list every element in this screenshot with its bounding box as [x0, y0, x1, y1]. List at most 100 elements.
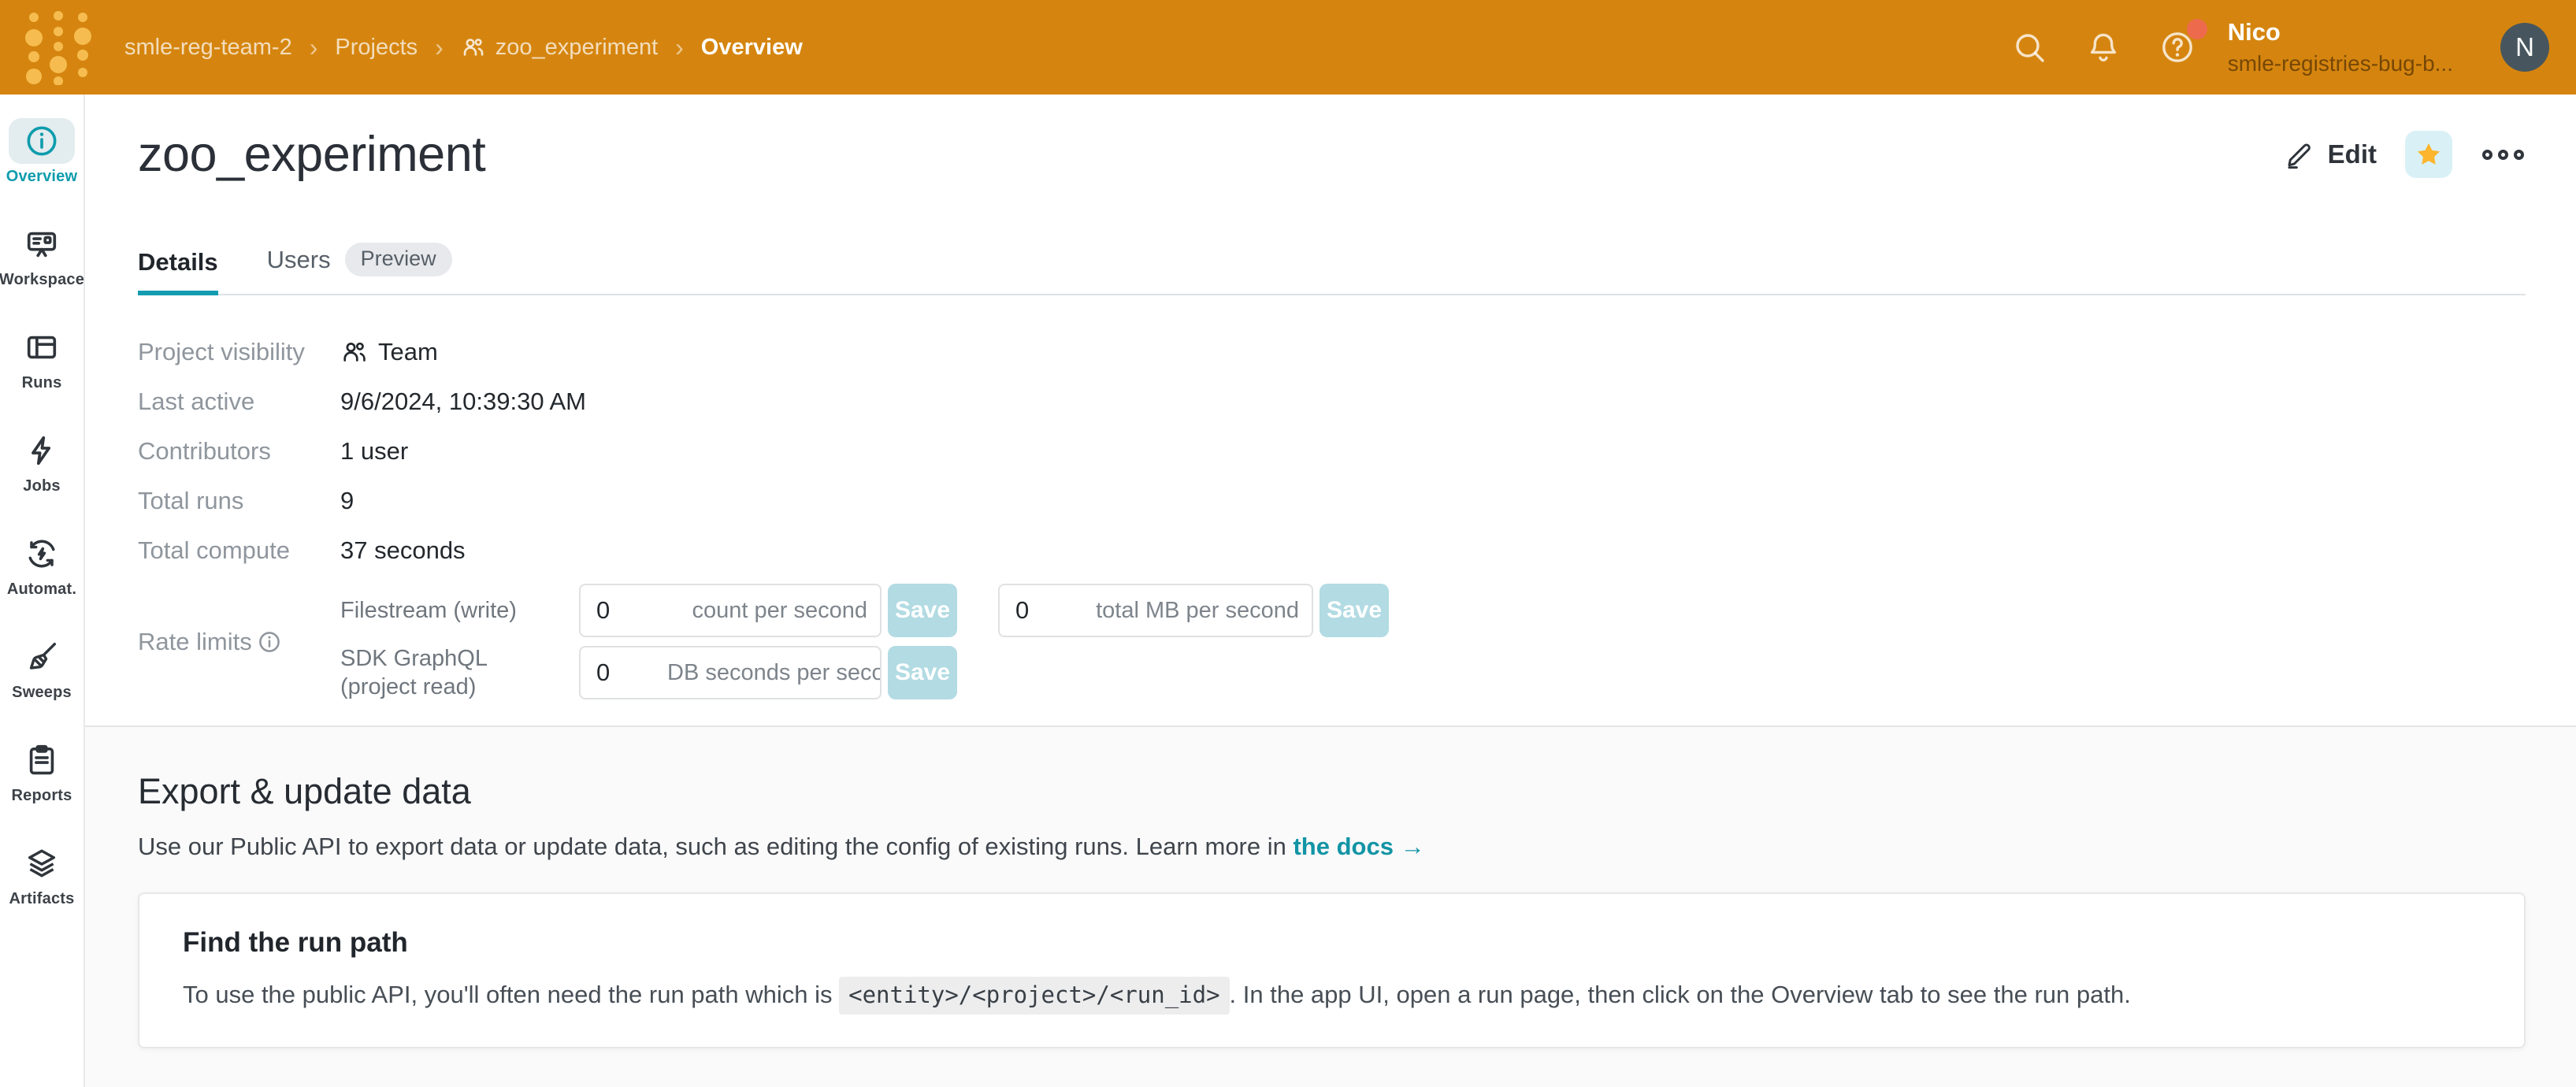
table-icon: [24, 329, 60, 365]
detail-row-visibility: Project visibility Team: [138, 327, 2526, 377]
run-path-text-after: . In the app UI, open a run page, then c…: [1230, 981, 2131, 1008]
breadcrumb-overview[interactable]: Overview: [701, 35, 803, 61]
rate-limits-label: Rate limits: [138, 628, 340, 656]
run-path-text-before: To use the public API, you'll often need…: [183, 981, 839, 1008]
tab-details[interactable]: Details: [138, 248, 218, 295]
ellipsis-icon: [2482, 150, 2492, 160]
preview-badge: Preview: [345, 243, 452, 276]
docs-link[interactable]: the docs →: [1293, 833, 1424, 860]
run-path-card-title: Find the run path: [183, 927, 2485, 959]
graphql-field: DB seconds per second Save: [579, 646, 957, 699]
sidebar-item-reports[interactable]: Reports: [0, 737, 84, 832]
rate-row-filestream: Filestream (write) count per second Save: [340, 583, 1389, 638]
detail-row-last-active: Last active 9/6/2024, 10:39:30 AM: [138, 377, 2526, 426]
sidebar-pill: [9, 840, 75, 886]
info-icon[interactable]: [257, 629, 282, 655]
rate-limits-label-text: Rate limits: [138, 628, 252, 656]
ellipsis-icon: [2498, 150, 2508, 160]
edit-button[interactable]: Edit: [2284, 139, 2377, 170]
filestream-count-field: count per second Save: [579, 584, 957, 637]
sidebar-pill: [9, 634, 75, 680]
sidebar-pill: [9, 325, 75, 370]
export-section: Export & update data Use our Public API …: [85, 727, 2576, 1087]
sidebar-item-label: Workspace: [0, 271, 84, 289]
bell-icon: [2084, 28, 2122, 66]
notifications-button[interactable]: [2084, 28, 2122, 66]
sidebar-item-label: Artifacts: [9, 890, 75, 908]
detail-value: 9/6/2024, 10:39:30 AM: [340, 388, 586, 416]
detail-label: Project visibility: [138, 338, 340, 366]
project-overview-panel: zoo_experiment Edit: [85, 95, 2576, 727]
navbar-right: Nico smle-registries-bug-b... N: [1974, 17, 2549, 77]
top-navbar: smle-reg-team-2 › Projects › zoo_experim…: [0, 0, 2576, 95]
details-list: Project visibility Team Last active 9/6/…: [138, 327, 2526, 575]
sidebar-item-workspace[interactable]: Workspace: [0, 221, 84, 316]
search-button[interactable]: [2010, 28, 2048, 66]
tab-bar: Details Users Preview: [138, 243, 2526, 295]
tab-details-label: Details: [138, 248, 218, 276]
save-button[interactable]: Save: [888, 646, 957, 699]
export-description-text: Use our Public API to export data or upd…: [138, 833, 1293, 860]
breadcrumb: smle-reg-team-2 › Projects › zoo_experim…: [124, 35, 803, 61]
visibility-value: Team: [378, 338, 438, 366]
filestream-mb-field: total MB per second Save: [998, 584, 1389, 637]
graphql-input[interactable]: [581, 659, 667, 687]
sidebar-item-overview[interactable]: Overview: [0, 118, 84, 213]
detail-row-total-runs: Total runs 9: [138, 476, 2526, 525]
sidebar-item-automations[interactable]: Automat.: [0, 531, 84, 625]
team-icon: [461, 35, 486, 60]
pencil-icon: [2284, 139, 2315, 170]
notification-dot: [2187, 19, 2207, 39]
star-button[interactable]: [2405, 131, 2452, 178]
save-button[interactable]: Save: [888, 584, 957, 637]
tab-users-label: Users: [267, 246, 331, 274]
breadcrumb-project[interactable]: zoo_experiment: [461, 35, 658, 61]
filestream-mb-input[interactable]: [1000, 596, 1086, 625]
user-org: smle-registries-bug-b...: [2228, 50, 2453, 77]
sidebar-item-sweeps[interactable]: Sweeps: [0, 634, 84, 729]
wandb-logo[interactable]: [24, 9, 93, 85]
user-menu[interactable]: Nico smle-registries-bug-b...: [2228, 17, 2453, 77]
detail-row-contributors: Contributors 1 user: [138, 426, 2526, 476]
run-path-card-text: To use the public API, you'll often need…: [183, 981, 2485, 1009]
breadcrumb-team[interactable]: smle-reg-team-2: [124, 35, 292, 61]
field-unit: total MB per second: [1096, 598, 1312, 624]
detail-label: Total compute: [138, 536, 340, 565]
sidebar-pill: [9, 428, 75, 473]
detail-label: Total runs: [138, 487, 340, 515]
workspace-board-icon: [24, 226, 60, 262]
sidebar-item-label: Runs: [22, 374, 62, 392]
field-unit: DB seconds per second: [667, 660, 882, 686]
save-button[interactable]: Save: [1320, 584, 1389, 637]
wandb-logo-dots: [24, 9, 92, 85]
detail-value: 37 seconds: [340, 536, 466, 565]
sidebar-item-runs[interactable]: Runs: [0, 325, 84, 419]
team-icon: [340, 338, 369, 366]
ellipsis-icon: [2514, 150, 2524, 160]
filestream-count-input[interactable]: [581, 596, 667, 625]
detail-label: Last active: [138, 388, 340, 416]
layers-icon: [24, 845, 60, 881]
automation-cycle-icon: [24, 536, 60, 572]
detail-row-total-compute: Total compute 37 seconds: [138, 525, 2526, 575]
export-description: Use our Public API to export data or upd…: [138, 833, 2526, 861]
more-options-button[interactable]: [2481, 145, 2526, 165]
detail-value: 9: [340, 487, 354, 515]
chevron-right-icon: ›: [675, 35, 684, 60]
breadcrumb-projects[interactable]: Projects: [335, 35, 418, 61]
field-unit: count per second: [692, 598, 880, 624]
sidebar-item-artifacts[interactable]: Artifacts: [0, 840, 84, 935]
tab-users[interactable]: Users Preview: [267, 243, 452, 295]
run-path-code: <entity>/<project>/<run_id>: [839, 977, 1229, 1015]
rate-limits-block: Rate limits Filestream (write) count per…: [138, 583, 2526, 701]
project-sidebar: Overview Workspace Runs: [0, 95, 85, 1087]
graphql-label-line1: SDK GraphQL: [340, 646, 488, 671]
sidebar-item-jobs[interactable]: Jobs: [0, 428, 84, 522]
broom-icon: [24, 639, 60, 675]
sidebar-pill: [9, 118, 75, 164]
detail-value: 1 user: [340, 437, 408, 466]
edit-button-label: Edit: [2328, 139, 2377, 169]
avatar[interactable]: N: [2500, 23, 2549, 72]
help-button[interactable]: [2158, 28, 2196, 66]
star-icon: [2415, 140, 2443, 169]
